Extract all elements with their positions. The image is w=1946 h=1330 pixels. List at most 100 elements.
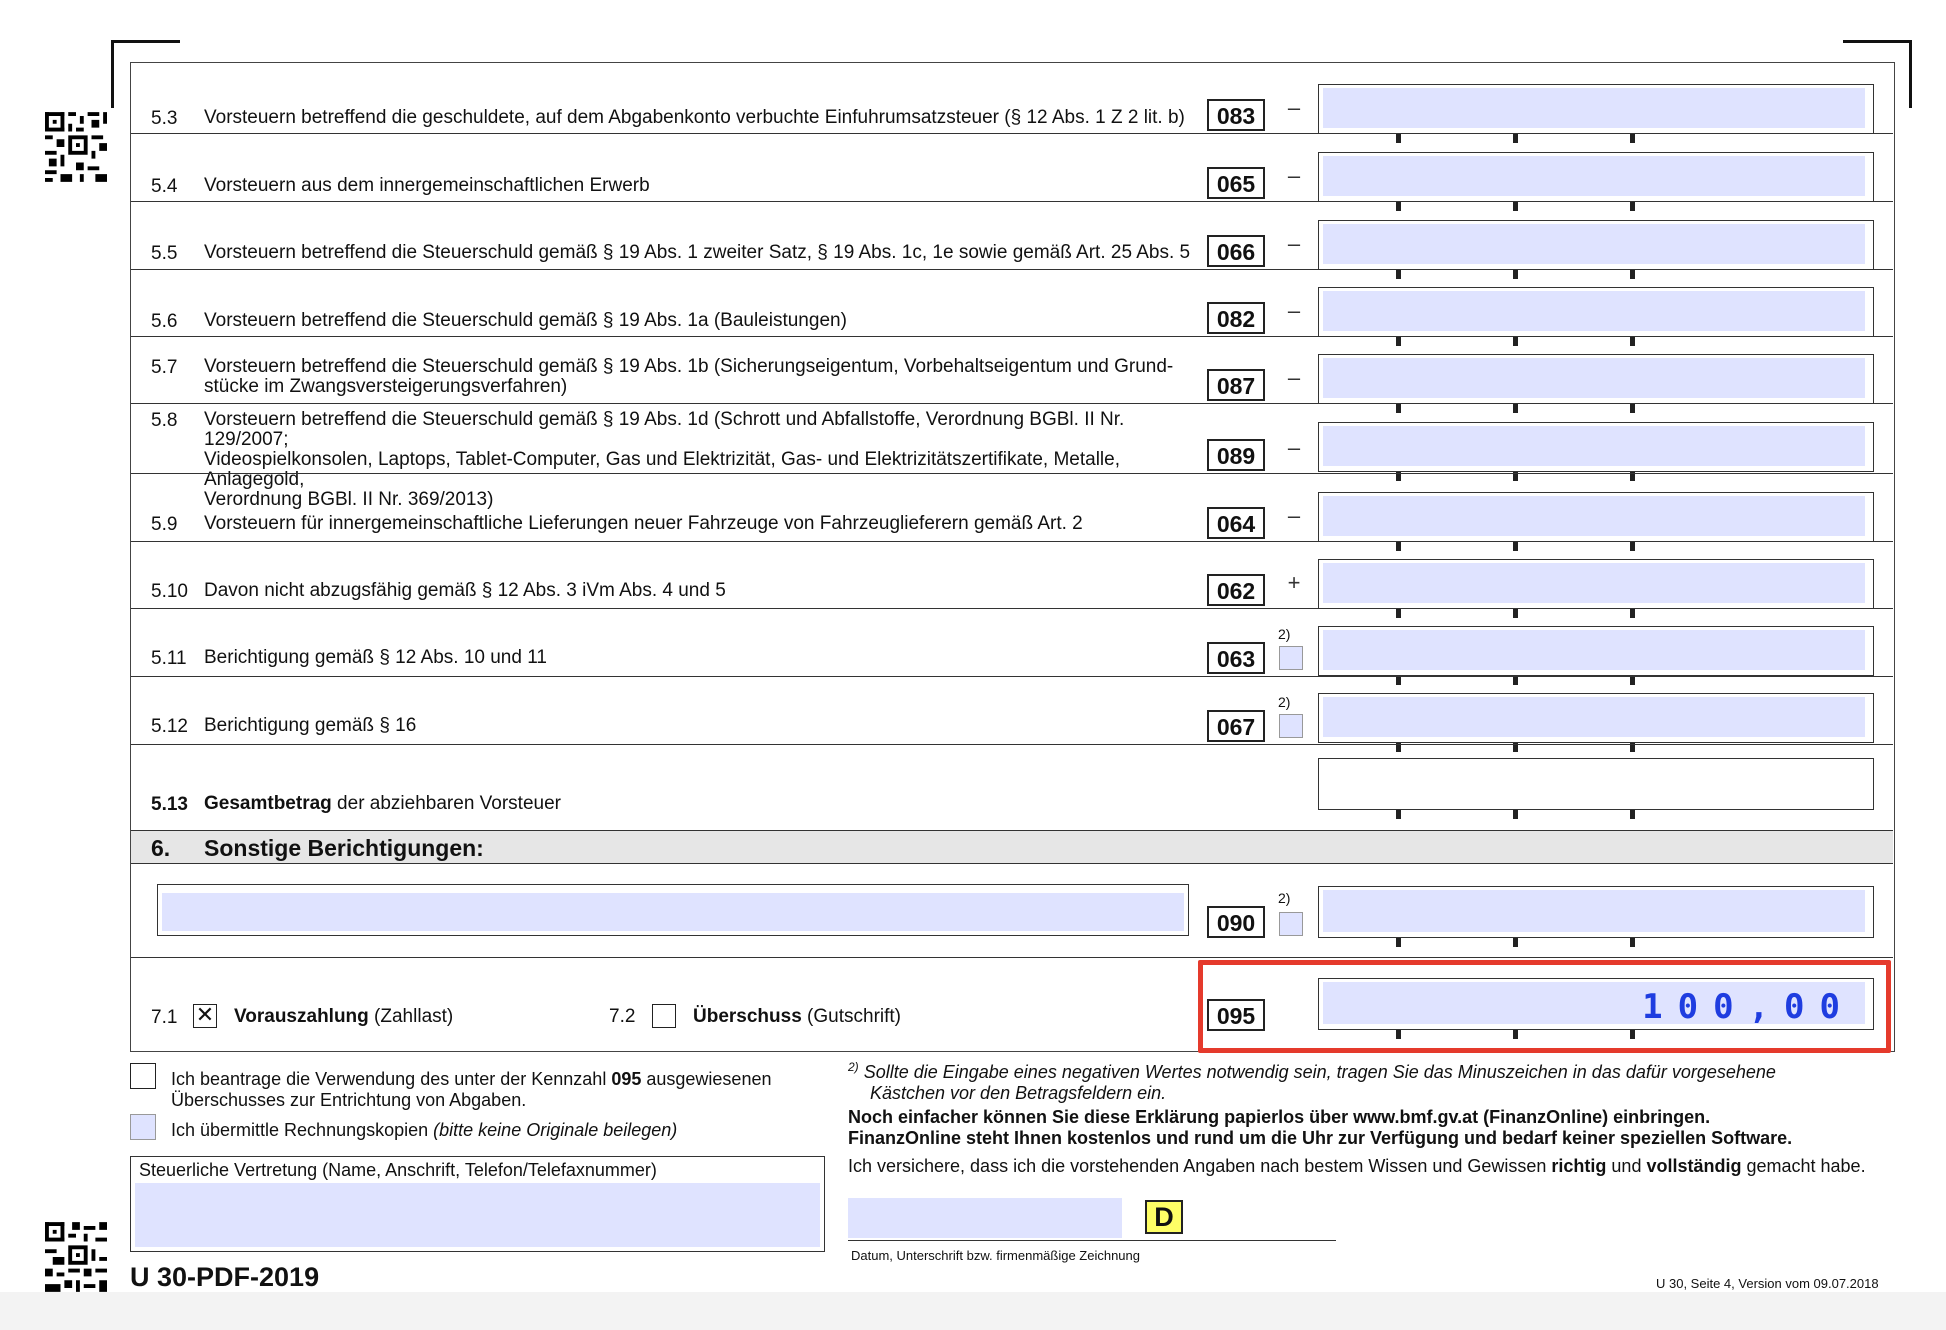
use-surplus-text-b: ausgewiesenen <box>641 1069 772 1089</box>
ueberschuss-checkbox[interactable] <box>652 1004 676 1028</box>
digit-tick <box>1513 810 1518 819</box>
row-description: Berichtigung gemäß § 12 Abs. 10 und 11 <box>204 647 547 668</box>
digit-tick <box>1630 542 1635 551</box>
invoice-copies-text-i: (bitte keine Originale beilegen) <box>433 1120 678 1140</box>
amount-field-066[interactable] <box>1318 220 1874 270</box>
amount-field-090[interactable] <box>1318 886 1874 938</box>
ueberschuss-bold: Überschuss <box>693 1006 802 1027</box>
vorauszahlung-checkbox[interactable]: ✕ <box>193 1004 217 1028</box>
row-number: 5.9 <box>151 514 178 535</box>
row-divider <box>131 608 1893 609</box>
amount-field-062[interactable] <box>1318 559 1874 609</box>
finanzonline-info: Noch einfacher können Sie diese Erklärun… <box>848 1107 1792 1149</box>
sign-symbol: – <box>1287 163 1301 188</box>
row-number: 5.8 <box>151 410 178 431</box>
row-description-rest: der abziehbaren Vorsteuer <box>331 793 561 814</box>
row-number: 5.12 <box>151 716 188 737</box>
sign-symbol: – <box>1287 95 1301 120</box>
kennzahl-box: 083 <box>1207 99 1265 131</box>
declaration-text: Ich versichere, dass ich die vorstehende… <box>848 1156 1866 1177</box>
row-divider <box>131 957 1893 958</box>
declaration-e: gemacht habe. <box>1741 1156 1866 1176</box>
digit-tick <box>1513 609 1518 618</box>
declaration-c: und <box>1606 1156 1647 1176</box>
row-number: 5.10 <box>151 581 188 602</box>
kennzahl-box: 063 <box>1207 642 1265 674</box>
row-description: Vorsteuern betreffend die Steuerschuld g… <box>204 409 1125 510</box>
amount-field-total[interactable] <box>1318 758 1874 810</box>
kennzahl-box: 066 <box>1207 235 1265 267</box>
digit-tick <box>1396 676 1401 685</box>
minus-sign-box[interactable] <box>1279 646 1303 670</box>
row-description: Vorsteuern aus dem innergemeinschaftlich… <box>204 175 650 196</box>
digit-tick <box>1630 270 1635 279</box>
digit-tick <box>1513 202 1518 211</box>
amount-field-083[interactable] <box>1318 84 1874 134</box>
use-surplus-text-a: Ich beantrage die Verwendung des unter d… <box>171 1069 612 1089</box>
row-divider <box>131 541 1893 542</box>
row-number: 5.3 <box>151 108 178 129</box>
declaration-d: vollständig <box>1646 1156 1742 1176</box>
row-number: 5.6 <box>151 311 178 332</box>
digit-tick <box>1513 542 1518 551</box>
section-number: 6. <box>151 835 171 861</box>
signature-date-field[interactable] <box>848 1198 1122 1238</box>
digit-tick <box>1396 270 1401 279</box>
footnote-ref: 2) <box>1278 694 1291 710</box>
footnote-line-1: Sollte die Eingabe eines negativen Werte… <box>863 1062 1776 1082</box>
digit-tick <box>1630 810 1635 819</box>
amount-field-065[interactable] <box>1318 152 1874 202</box>
row-description: Vorsteuern betreffend die Steuerschuld g… <box>204 242 1191 263</box>
digit-tick <box>1630 404 1635 413</box>
digit-tick <box>1396 938 1401 947</box>
kennzahl-box: 087 <box>1207 369 1265 401</box>
invoice-copies-checkbox[interactable] <box>130 1114 156 1140</box>
digit-tick <box>1513 270 1518 279</box>
row-number: 7.2 <box>609 1006 636 1027</box>
tax-representative-field[interactable]: Steuerliche Vertretung (Name, Anschrift,… <box>130 1156 825 1252</box>
sign-symbol: – <box>1287 365 1301 390</box>
amount-field-089[interactable] <box>1318 422 1874 472</box>
use-surplus-text: Ich beantrage die Verwendung des unter d… <box>171 1069 771 1111</box>
sign-symbol: – <box>1287 435 1301 460</box>
finanzonline-info-1: Noch einfacher können Sie diese Erklärun… <box>848 1107 1711 1127</box>
footnote: 2) Sollte die Eingabe eines negativen We… <box>848 1057 1776 1104</box>
kennzahl-box: 089 <box>1207 439 1265 471</box>
row-number: 5.4 <box>151 176 178 197</box>
signature-label: Datum, Unterschrift bzw. firmenmäßige Ze… <box>851 1248 1140 1263</box>
amount-field-063[interactable] <box>1318 626 1874 676</box>
page-bottom-band <box>0 1292 1946 1330</box>
amount-field-067[interactable] <box>1318 693 1874 743</box>
sign-symbol: + <box>1287 570 1301 595</box>
digit-tick <box>1513 337 1518 346</box>
use-surplus-text-c: Überschusses zur Entrichtung von Abgaben… <box>171 1090 527 1110</box>
ueberschuss-label: Überschuss (Gutschrift) <box>693 1007 901 1027</box>
digit-tick <box>1396 609 1401 618</box>
other-corrections-text-field[interactable] <box>157 884 1189 936</box>
section-title: Sonstige Berichtigungen: <box>204 835 484 861</box>
digit-tick <box>1630 337 1635 346</box>
vorauszahlung-rest: (Zahllast) <box>368 1006 454 1027</box>
amount-field-087[interactable] <box>1318 354 1874 404</box>
section-6-header: 6. Sonstige Berichtigungen: <box>131 830 1893 864</box>
digit-tick <box>1396 337 1401 346</box>
invoice-copies-text: Ich übermittle Rechnungskopien (bitte ke… <box>171 1120 677 1141</box>
signature-line <box>848 1240 1336 1241</box>
page-info: U 30, Seite 4, Version vom 09.07.2018 <box>1656 1276 1879 1291</box>
amount-field-082[interactable] <box>1318 287 1874 337</box>
digit-tick <box>1630 609 1635 618</box>
row-divider <box>131 269 1893 270</box>
minus-sign-box[interactable] <box>1279 714 1303 738</box>
kennzahl-box: 067 <box>1207 710 1265 742</box>
use-surplus-checkbox[interactable] <box>130 1063 156 1089</box>
row-description-bold: Gesamtbetrag <box>204 793 332 814</box>
declaration-a: Ich versichere, dass ich die vorstehende… <box>848 1156 1552 1176</box>
qr-code-top <box>45 112 107 182</box>
row-divider <box>131 744 1893 745</box>
kennzahl-box: 090 <box>1207 906 1265 938</box>
minus-sign-box[interactable] <box>1279 912 1303 936</box>
highlight-box <box>1198 960 1891 1053</box>
amount-field-064[interactable] <box>1318 492 1874 542</box>
digit-tick <box>1630 938 1635 947</box>
digit-tick <box>1513 134 1518 143</box>
